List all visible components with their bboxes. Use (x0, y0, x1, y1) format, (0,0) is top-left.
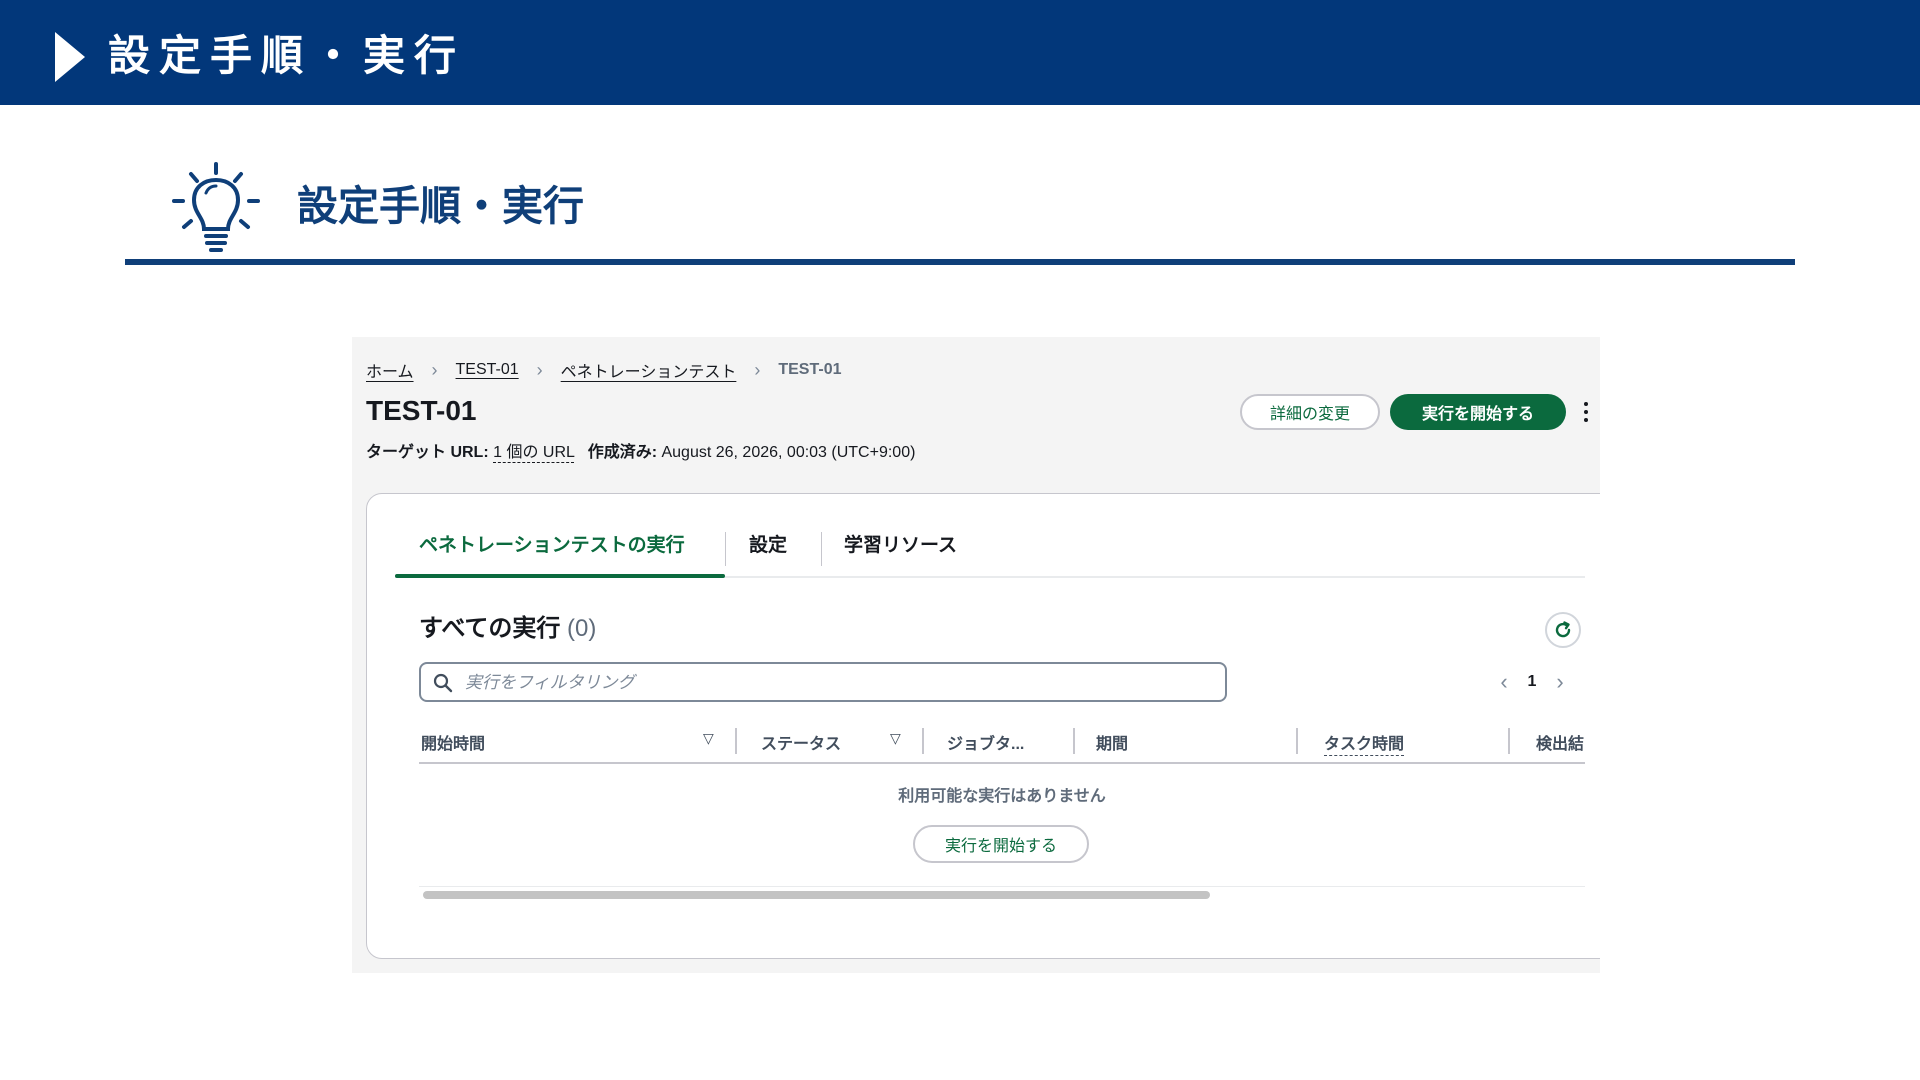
start-run-button[interactable]: 実行を開始する (1390, 394, 1566, 430)
play-arrow-icon (55, 32, 85, 82)
active-tab-indicator (395, 574, 725, 578)
sort-desc-icon[interactable]: ▽ (703, 730, 714, 747)
runs-count: (0) (567, 615, 597, 642)
tab-divider (821, 532, 822, 566)
column-findings[interactable]: 検出結 (1536, 730, 1584, 754)
tab-divider (725, 532, 726, 566)
next-page-icon[interactable]: › (1548, 669, 1572, 695)
column-resizer[interactable] (922, 728, 924, 754)
breadcrumb: ホーム › TEST-01 › ペネトレーションテスト › TEST-01 (366, 358, 842, 382)
breadcrumb-current: TEST-01 (778, 361, 842, 378)
column-task-time[interactable]: タスク時間 (1324, 730, 1405, 756)
sort-desc-icon[interactable]: ▽ (890, 730, 901, 747)
column-status[interactable]: ステータス (761, 730, 841, 754)
scrollbar-thumb[interactable] (423, 891, 1210, 899)
table-header: 開始時間 ▽ ステータス ▽ ジョブタ... 期間 タスク時間 検出結 (419, 720, 1585, 764)
chevron-right-icon: › (536, 359, 543, 380)
column-resizer[interactable] (1073, 728, 1075, 754)
column-resizer[interactable] (1508, 728, 1510, 754)
tab-settings[interactable]: 設定 (749, 526, 787, 576)
target-url-label: ターゲット URL: (366, 444, 489, 461)
runs-card: ペネトレーションテストの実行 設定 学習リソース すべての実行 (0) 実行をフ… (366, 493, 1600, 959)
tab-bar: ペネトレーションテストの実行 設定 学習リソース (395, 526, 1585, 578)
column-resizer[interactable] (735, 728, 737, 754)
empty-start-run-button[interactable]: 実行を開始する (913, 825, 1089, 863)
banner-title: 設定手順・実行 (108, 31, 466, 80)
runs-list-title: すべての実行 (0) (419, 614, 596, 644)
page-meta: ターゲット URL: 1 個の URL 作成済み: August 26, 202… (366, 438, 916, 463)
filter-search-box (419, 662, 1227, 702)
more-options-icon[interactable] (1582, 399, 1590, 425)
column-resizer[interactable] (1296, 728, 1298, 754)
column-duration[interactable]: 期間 (1096, 730, 1128, 754)
breadcrumb-home[interactable]: ホーム (366, 358, 414, 382)
column-job-type[interactable]: ジョブタ... (947, 730, 1024, 754)
chevron-right-icon: › (754, 359, 761, 380)
section-title: 設定手順・実行 (297, 182, 584, 230)
column-start-time[interactable]: 開始時間 (421, 730, 485, 754)
chevron-right-icon: › (431, 359, 438, 380)
page-title: TEST-01 (366, 395, 477, 426)
created-label: 作成済み: (587, 444, 658, 461)
runs-title-text: すべての実行 (419, 615, 561, 642)
lightbulb-icon (172, 162, 260, 252)
empty-state-text: 利用可能な実行はありません (898, 788, 1106, 805)
refresh-button[interactable] (1545, 612, 1581, 648)
breadcrumb-project[interactable]: TEST-01 (456, 361, 519, 379)
target-url-link[interactable]: 1 個の URL (493, 444, 575, 463)
search-icon (433, 673, 453, 693)
pagination: ‹ 1 › (1492, 664, 1572, 700)
console-screenshot: ホーム › TEST-01 › ペネトレーションテスト › TEST-01 TE… (352, 337, 1600, 973)
edit-details-button[interactable]: 詳細の変更 (1240, 394, 1380, 430)
current-page-number[interactable]: 1 (1516, 673, 1548, 691)
breadcrumb-pentest[interactable]: ペネトレーションテスト (561, 358, 737, 382)
previous-page-icon[interactable]: ‹ (1492, 669, 1516, 695)
top-banner: 設定手順・実行 (0, 0, 1920, 105)
created-value: August 26, 2026, 00:03 (UTC+9:00) (661, 444, 916, 461)
filter-input[interactable] (463, 664, 1207, 702)
refresh-icon (1555, 621, 1571, 638)
section-divider (125, 259, 1795, 265)
horizontal-scrollbar[interactable] (419, 886, 1585, 901)
tab-learning-resources[interactable]: 学習リソース (844, 526, 957, 576)
tab-pentest-runs[interactable]: ペネトレーションテストの実行 (419, 526, 685, 576)
